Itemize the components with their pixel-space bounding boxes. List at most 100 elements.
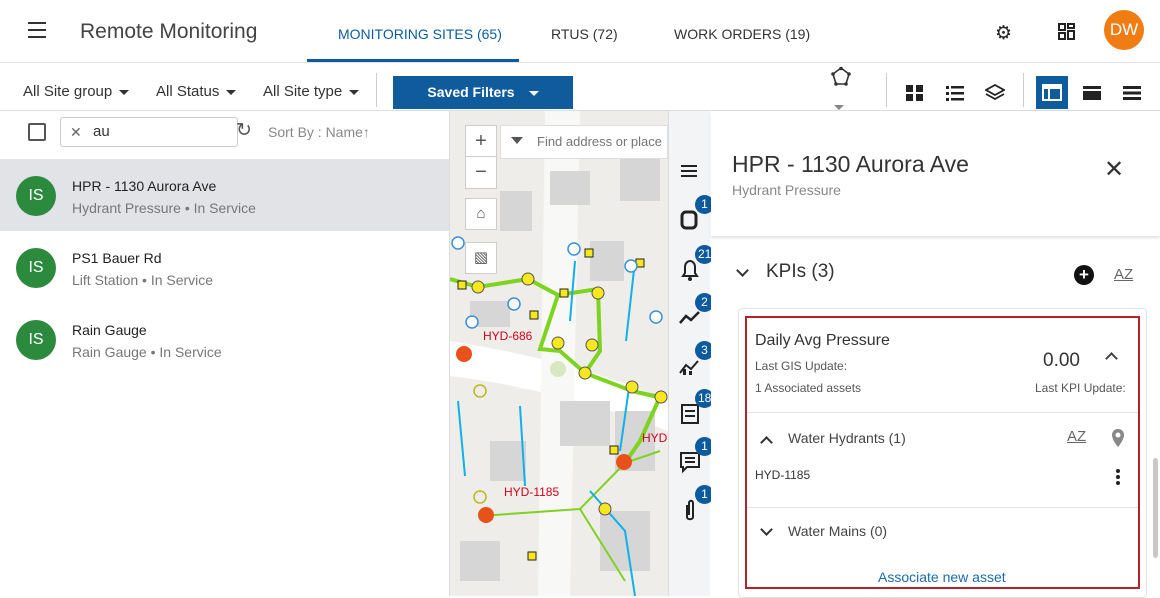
site-subtitle: Hydrant Pressure • In Service bbox=[72, 200, 256, 216]
trends-button[interactable]: 2 bbox=[677, 293, 714, 331]
attachments-button[interactable]: 1 bbox=[677, 485, 714, 523]
detail-subtitle: Hydrant Pressure bbox=[732, 182, 841, 198]
split-view-button[interactable] bbox=[1036, 76, 1068, 109]
work-orders-button[interactable]: 18 bbox=[677, 389, 715, 427]
user-avatar[interactable]: DW bbox=[1104, 10, 1144, 50]
chevron-down-icon[interactable] bbox=[834, 105, 844, 110]
divider bbox=[747, 412, 1138, 413]
layers-icon[interactable] bbox=[985, 84, 1005, 102]
map-search-input[interactable] bbox=[537, 134, 667, 149]
asset-id[interactable]: HYD-1185 bbox=[755, 468, 810, 482]
search-input[interactable] bbox=[93, 123, 223, 140]
scrollbar[interactable] bbox=[1153, 458, 1158, 558]
chevron-down-icon bbox=[119, 89, 130, 95]
network-icon[interactable] bbox=[830, 66, 852, 88]
chevron-down-icon[interactable] bbox=[511, 137, 523, 144]
avatar: IS bbox=[16, 320, 56, 360]
tab-work-orders[interactable]: WORK ORDERS (19) bbox=[674, 26, 810, 42]
sort-label: Sort By : Name bbox=[268, 124, 363, 140]
refresh-icon[interactable]: ↻ bbox=[236, 119, 252, 142]
basemap-icon: ▧ bbox=[473, 249, 489, 266]
chevron-down-icon bbox=[528, 90, 539, 96]
filter-bar: All Site group All Status All Site type … bbox=[0, 63, 1160, 111]
site-group-dropdown[interactable]: All Site group bbox=[23, 83, 130, 100]
chevron-up-icon[interactable] bbox=[760, 436, 773, 449]
zoom-controls: + − bbox=[465, 125, 497, 189]
list-item[interactable]: IS PS1 Bauer Rd Lift Station • In Servic… bbox=[0, 231, 449, 303]
home-icon: ⌂ bbox=[476, 205, 486, 222]
site-search: ✕ bbox=[60, 117, 238, 147]
sort-by-control[interactable]: Sort By : Name↑ bbox=[268, 124, 370, 140]
list-icon bbox=[681, 165, 697, 177]
chevron-up-icon[interactable] bbox=[1105, 352, 1118, 365]
arrow-up-icon: ↑ bbox=[362, 124, 370, 140]
divider bbox=[747, 507, 1138, 508]
detail-header: HPR - 1130 Aurora Ave Hydrant Pressure ✕ bbox=[711, 111, 1160, 236]
site-type-label: All Site type bbox=[263, 83, 343, 100]
sort-az-icon[interactable]: AZ bbox=[1067, 428, 1086, 445]
details-list-button[interactable] bbox=[677, 159, 703, 185]
tab-rtus[interactable]: RTUS (72) bbox=[551, 26, 618, 42]
zoom-in-button[interactable]: + bbox=[466, 126, 496, 157]
status-dropdown[interactable]: All Status bbox=[156, 83, 237, 100]
list-view-icon[interactable] bbox=[945, 84, 965, 102]
close-icon[interactable]: ✕ bbox=[1104, 155, 1124, 184]
map-pin-icon[interactable] bbox=[1111, 428, 1125, 448]
map-view-icon[interactable] bbox=[1082, 84, 1102, 102]
chevron-down-icon[interactable] bbox=[760, 523, 773, 536]
divider bbox=[886, 73, 887, 107]
add-kpi-button[interactable]: + bbox=[1074, 265, 1094, 285]
alarms-button[interactable]: 21 bbox=[677, 245, 715, 283]
app-title: Remote Monitoring bbox=[80, 20, 258, 43]
site-subtitle: Rain Gauge • In Service bbox=[72, 344, 222, 360]
kpi-assets: 1 Associated assets bbox=[755, 381, 862, 395]
sort-az-icon[interactable]: AZ bbox=[1114, 266, 1133, 283]
avatar: IS bbox=[16, 176, 56, 216]
side-rail: 1 21 2 3 18 1 1 bbox=[668, 111, 715, 596]
top-bar: Remote Monitoring MONITORING SITES (65) … bbox=[0, 0, 1160, 63]
site-type-dropdown[interactable]: All Site type bbox=[263, 83, 360, 100]
tab-monitoring-sites[interactable]: MONITORING SITES (65) bbox=[338, 26, 502, 42]
more-options-icon[interactable] bbox=[1116, 469, 1120, 487]
kpi-card: Daily Avg Pressure Last GIS Update: 1 As… bbox=[745, 316, 1140, 589]
basemap-button[interactable]: ▧ bbox=[465, 242, 497, 274]
kpi-gis-update: Last GIS Update: bbox=[755, 359, 848, 373]
site-name: Rain Gauge bbox=[72, 322, 147, 338]
zoom-out-button[interactable]: − bbox=[466, 157, 496, 188]
map-label-hyd: HYD bbox=[642, 431, 668, 445]
site-name: PS1 Bauer Rd bbox=[72, 250, 162, 266]
divider bbox=[376, 73, 377, 107]
saved-filters-button[interactable]: Saved Filters bbox=[393, 76, 573, 109]
water-mains-section[interactable]: Water Mains (0) bbox=[788, 523, 887, 539]
kpi-value: 0.00 bbox=[1043, 350, 1080, 371]
split-view-icon bbox=[1042, 84, 1062, 101]
status-label: All Status bbox=[156, 83, 220, 100]
detail-title: HPR - 1130 Aurora Ave bbox=[732, 151, 969, 177]
home-button[interactable]: ⌂ bbox=[465, 198, 497, 230]
comments-button[interactable]: 1 bbox=[677, 437, 714, 475]
assets-button[interactable]: 1 bbox=[677, 195, 714, 233]
active-tab-indicator bbox=[307, 59, 519, 62]
analytics-button[interactable]: 3 bbox=[677, 341, 714, 379]
kpi-last-update: Last KPI Update: bbox=[1035, 381, 1126, 395]
list-item[interactable]: IS HPR - 1130 Aurora Ave Hydrant Pressur… bbox=[0, 159, 449, 231]
site-list-panel: ✕ ↻ Sort By : Name↑ IS HPR - 1130 Aurora… bbox=[0, 111, 450, 596]
clear-search-icon[interactable]: ✕ bbox=[70, 124, 82, 141]
site-group-label: All Site group bbox=[23, 83, 113, 100]
chevron-down-icon bbox=[226, 89, 237, 95]
chevron-down-icon[interactable] bbox=[736, 264, 749, 277]
menu-icon[interactable] bbox=[28, 22, 50, 42]
divider bbox=[1023, 73, 1024, 107]
dashboard-icon[interactable] bbox=[1058, 23, 1075, 40]
map-search bbox=[500, 125, 668, 159]
select-all-checkbox[interactable] bbox=[28, 123, 46, 141]
map-label-hyd-1185: HYD-1185 bbox=[504, 485, 560, 499]
map-label-hyd-686: HYD-686 bbox=[483, 329, 533, 343]
table-view-icon[interactable] bbox=[1122, 84, 1142, 102]
kpi-section-title[interactable]: KPIs (3) bbox=[766, 261, 835, 283]
list-item[interactable]: IS Rain Gauge Rain Gauge • In Service bbox=[0, 303, 449, 375]
gear-icon[interactable]: ⚙ bbox=[995, 22, 1012, 45]
associate-asset-link[interactable]: Associate new asset bbox=[878, 569, 1006, 585]
water-hydrants-section[interactable]: Water Hydrants (1) bbox=[788, 430, 906, 446]
tiles-view-icon[interactable] bbox=[905, 84, 925, 102]
